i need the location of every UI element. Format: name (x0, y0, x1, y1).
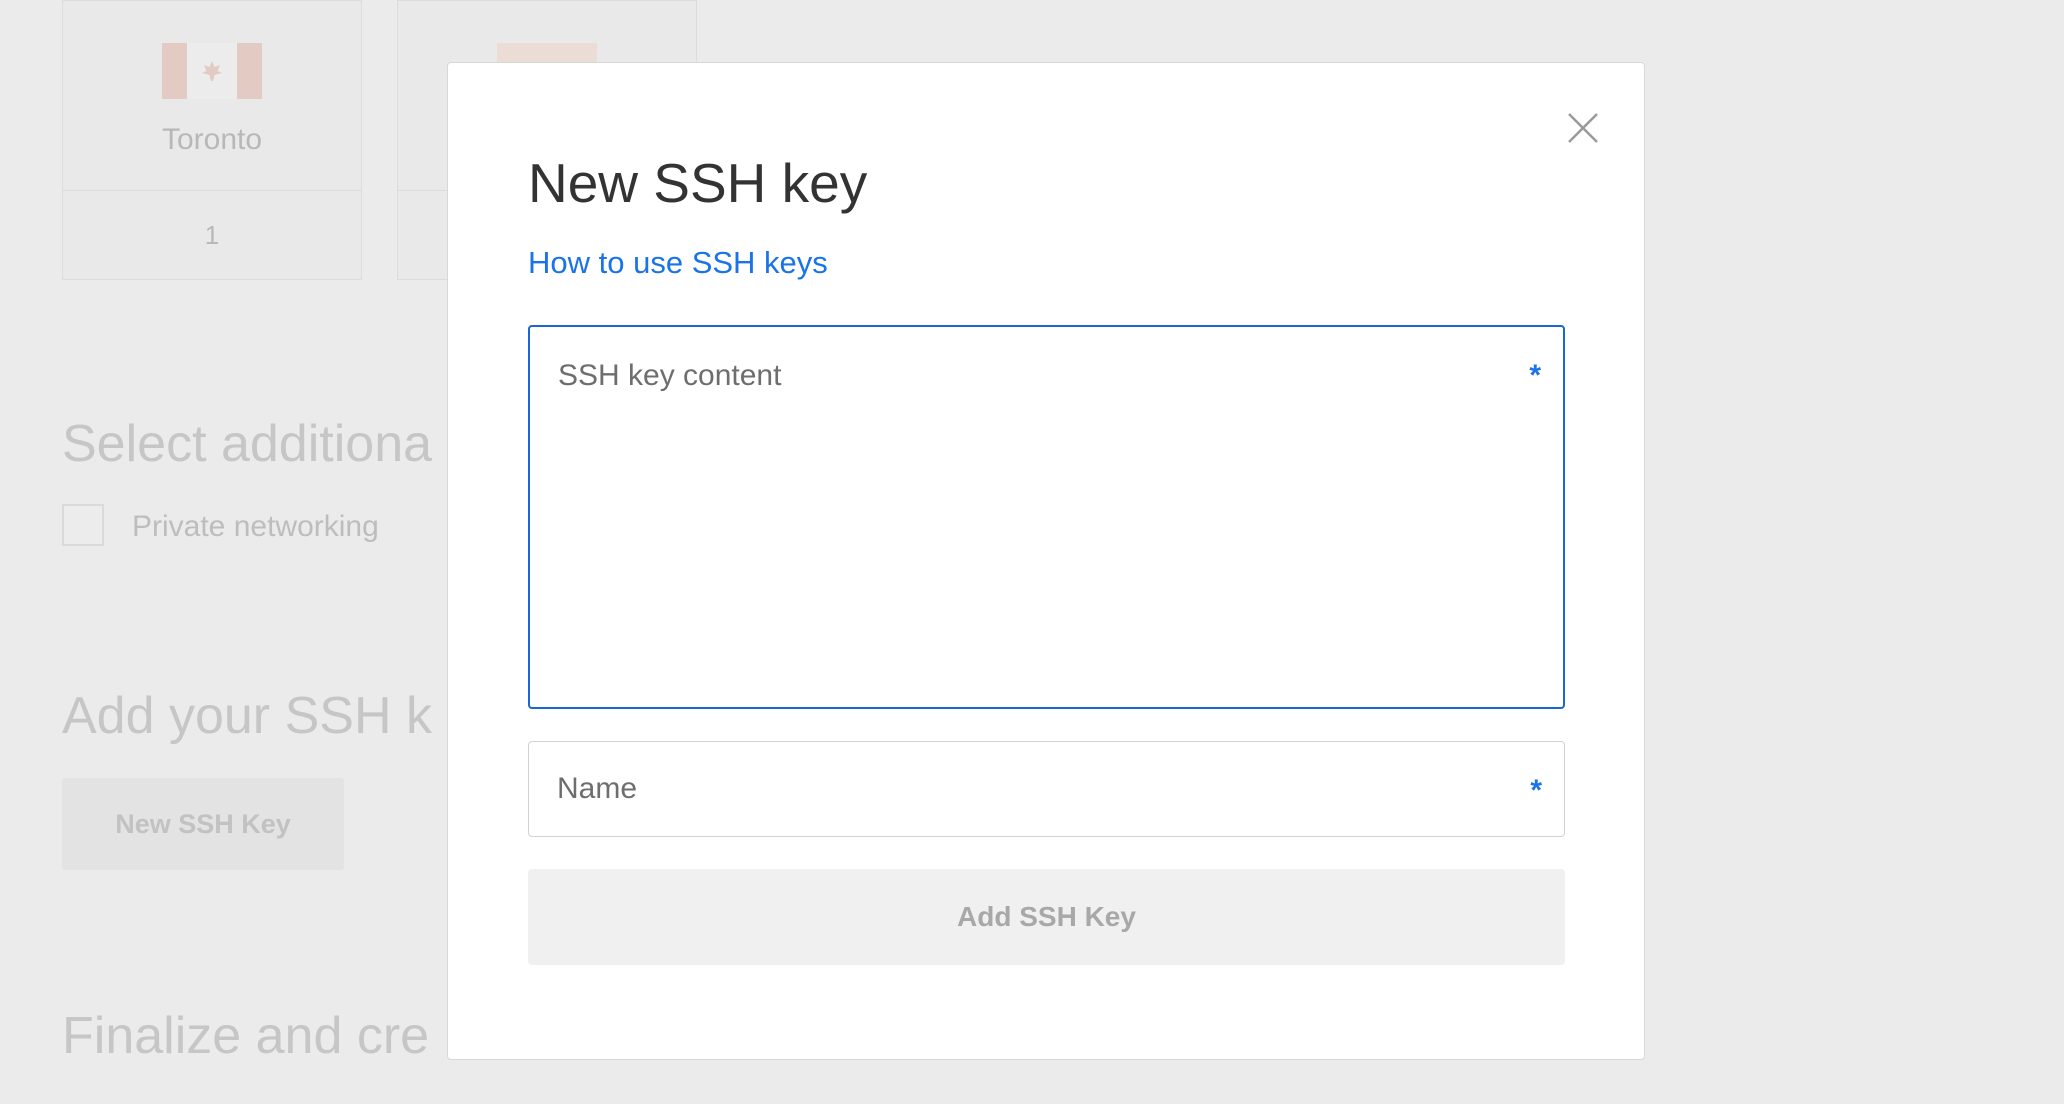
name-input[interactable] (529, 742, 1564, 836)
canada-flag-icon (162, 43, 262, 99)
finalize-heading: Finalize and cre (62, 1007, 430, 1065)
close-button[interactable] (1558, 103, 1608, 153)
ssh-key-content-textarea[interactable] (530, 327, 1563, 707)
private-networking-checkbox[interactable] (62, 504, 104, 546)
region-count: 1 (204, 219, 220, 250)
additional-options-heading: Select additiona (62, 415, 433, 473)
ssh-keys-heading: Add your SSH k (62, 687, 432, 745)
ssh-key-name-field[interactable]: Name * (528, 741, 1565, 837)
add-ssh-key-button[interactable]: Add SSH Key (528, 869, 1565, 965)
modal-title: New SSH key (528, 152, 868, 214)
ssh-help-link[interactable]: How to use SSH keys (528, 245, 828, 281)
region-card-top: Toronto (63, 1, 361, 191)
new-ssh-key-modal: New SSH key How to use SSH keys SSH key … (447, 62, 1645, 1060)
ssh-key-content-field[interactable]: SSH key content * (528, 325, 1565, 709)
close-icon (1568, 113, 1598, 143)
private-networking-label: Private networking (132, 510, 379, 543)
region-card-toronto[interactable]: Toronto 1 (62, 0, 362, 280)
region-city-label: Toronto (161, 123, 263, 156)
new-ssh-key-button[interactable]: New SSH Key (62, 778, 344, 870)
